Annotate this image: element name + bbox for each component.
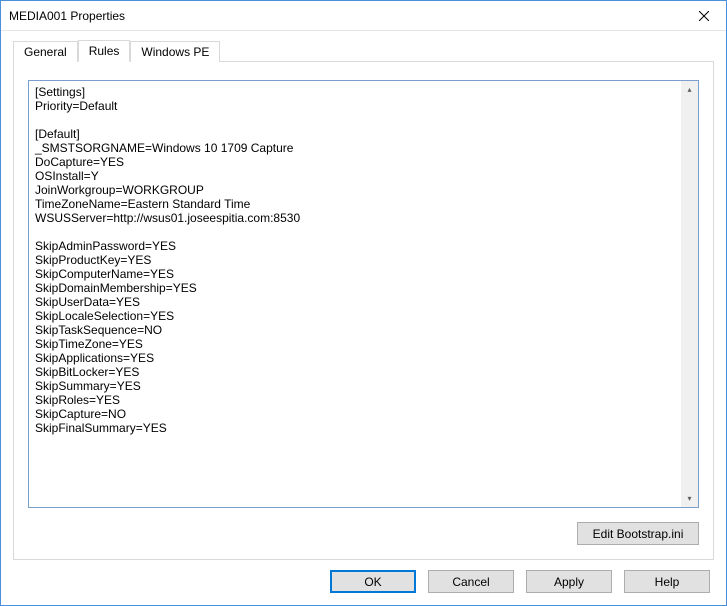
edit-bootstrap-button[interactable]: Edit Bootstrap.ini [577, 522, 699, 545]
cancel-button[interactable]: Cancel [428, 570, 514, 593]
tab-general[interactable]: General [13, 41, 78, 62]
ok-button[interactable]: OK [330, 570, 416, 593]
dialog-footer: OK Cancel Apply Help [13, 560, 714, 605]
close-icon [699, 11, 709, 21]
rules-textbox-wrap: ▴ ▾ [28, 80, 699, 508]
tab-panel-rules: ▴ ▾ Edit Bootstrap.ini [13, 61, 714, 560]
tab-windows-pe[interactable]: Windows PE [130, 41, 220, 62]
scrollbar-up-icon[interactable]: ▴ [681, 81, 698, 98]
window-title: MEDIA001 Properties [9, 9, 125, 23]
scrollbar-vertical[interactable]: ▴ ▾ [681, 81, 698, 507]
titlebar: MEDIA001 Properties [1, 1, 726, 31]
tab-strip: General Rules Windows PE [13, 39, 714, 61]
panel-button-row: Edit Bootstrap.ini [28, 508, 699, 545]
tab-rules[interactable]: Rules [78, 40, 131, 62]
apply-button[interactable]: Apply [526, 570, 612, 593]
dialog-content: General Rules Windows PE ▴ ▾ Edit Bootst… [1, 31, 726, 605]
scrollbar-down-icon[interactable]: ▾ [681, 490, 698, 507]
close-button[interactable] [681, 1, 726, 31]
rules-textbox[interactable] [29, 81, 681, 507]
help-button[interactable]: Help [624, 570, 710, 593]
